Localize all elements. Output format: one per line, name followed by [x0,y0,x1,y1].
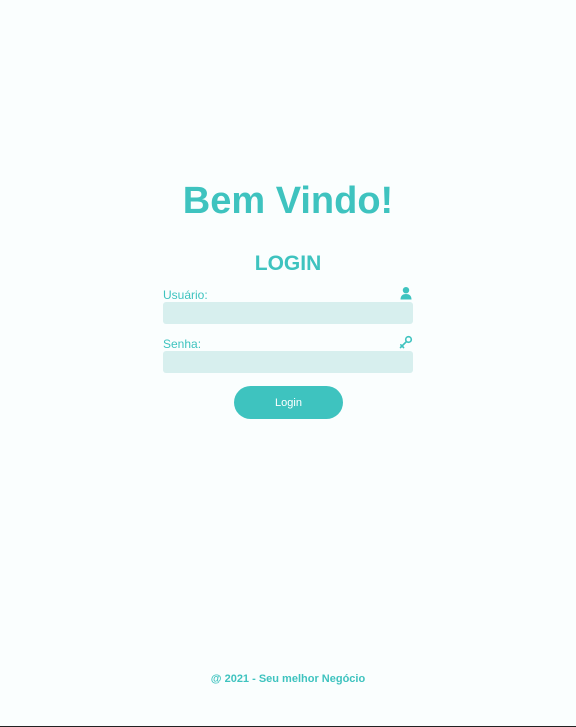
password-label: Senha: [163,337,202,351]
password-label-row: Senha: [163,335,413,351]
password-input[interactable] [163,351,413,373]
welcome-title: Bem Vindo! [182,180,394,222]
footer-copyright: @ 2021 - Seu melhor Negócio [210,673,366,685]
login-button[interactable]: Login [234,386,343,419]
user-input[interactable] [163,302,413,324]
login-page: Bem Vindo! LOGIN Usuário: Senha: Login @… [0,0,576,727]
user-icon [400,287,412,300]
key-icon [399,335,413,349]
login-heading: LOGIN [254,252,322,275]
user-label-row: Usuário: [163,286,413,302]
login-form: Usuário: Senha: [163,286,413,373]
user-label: Usuário: [163,288,208,302]
